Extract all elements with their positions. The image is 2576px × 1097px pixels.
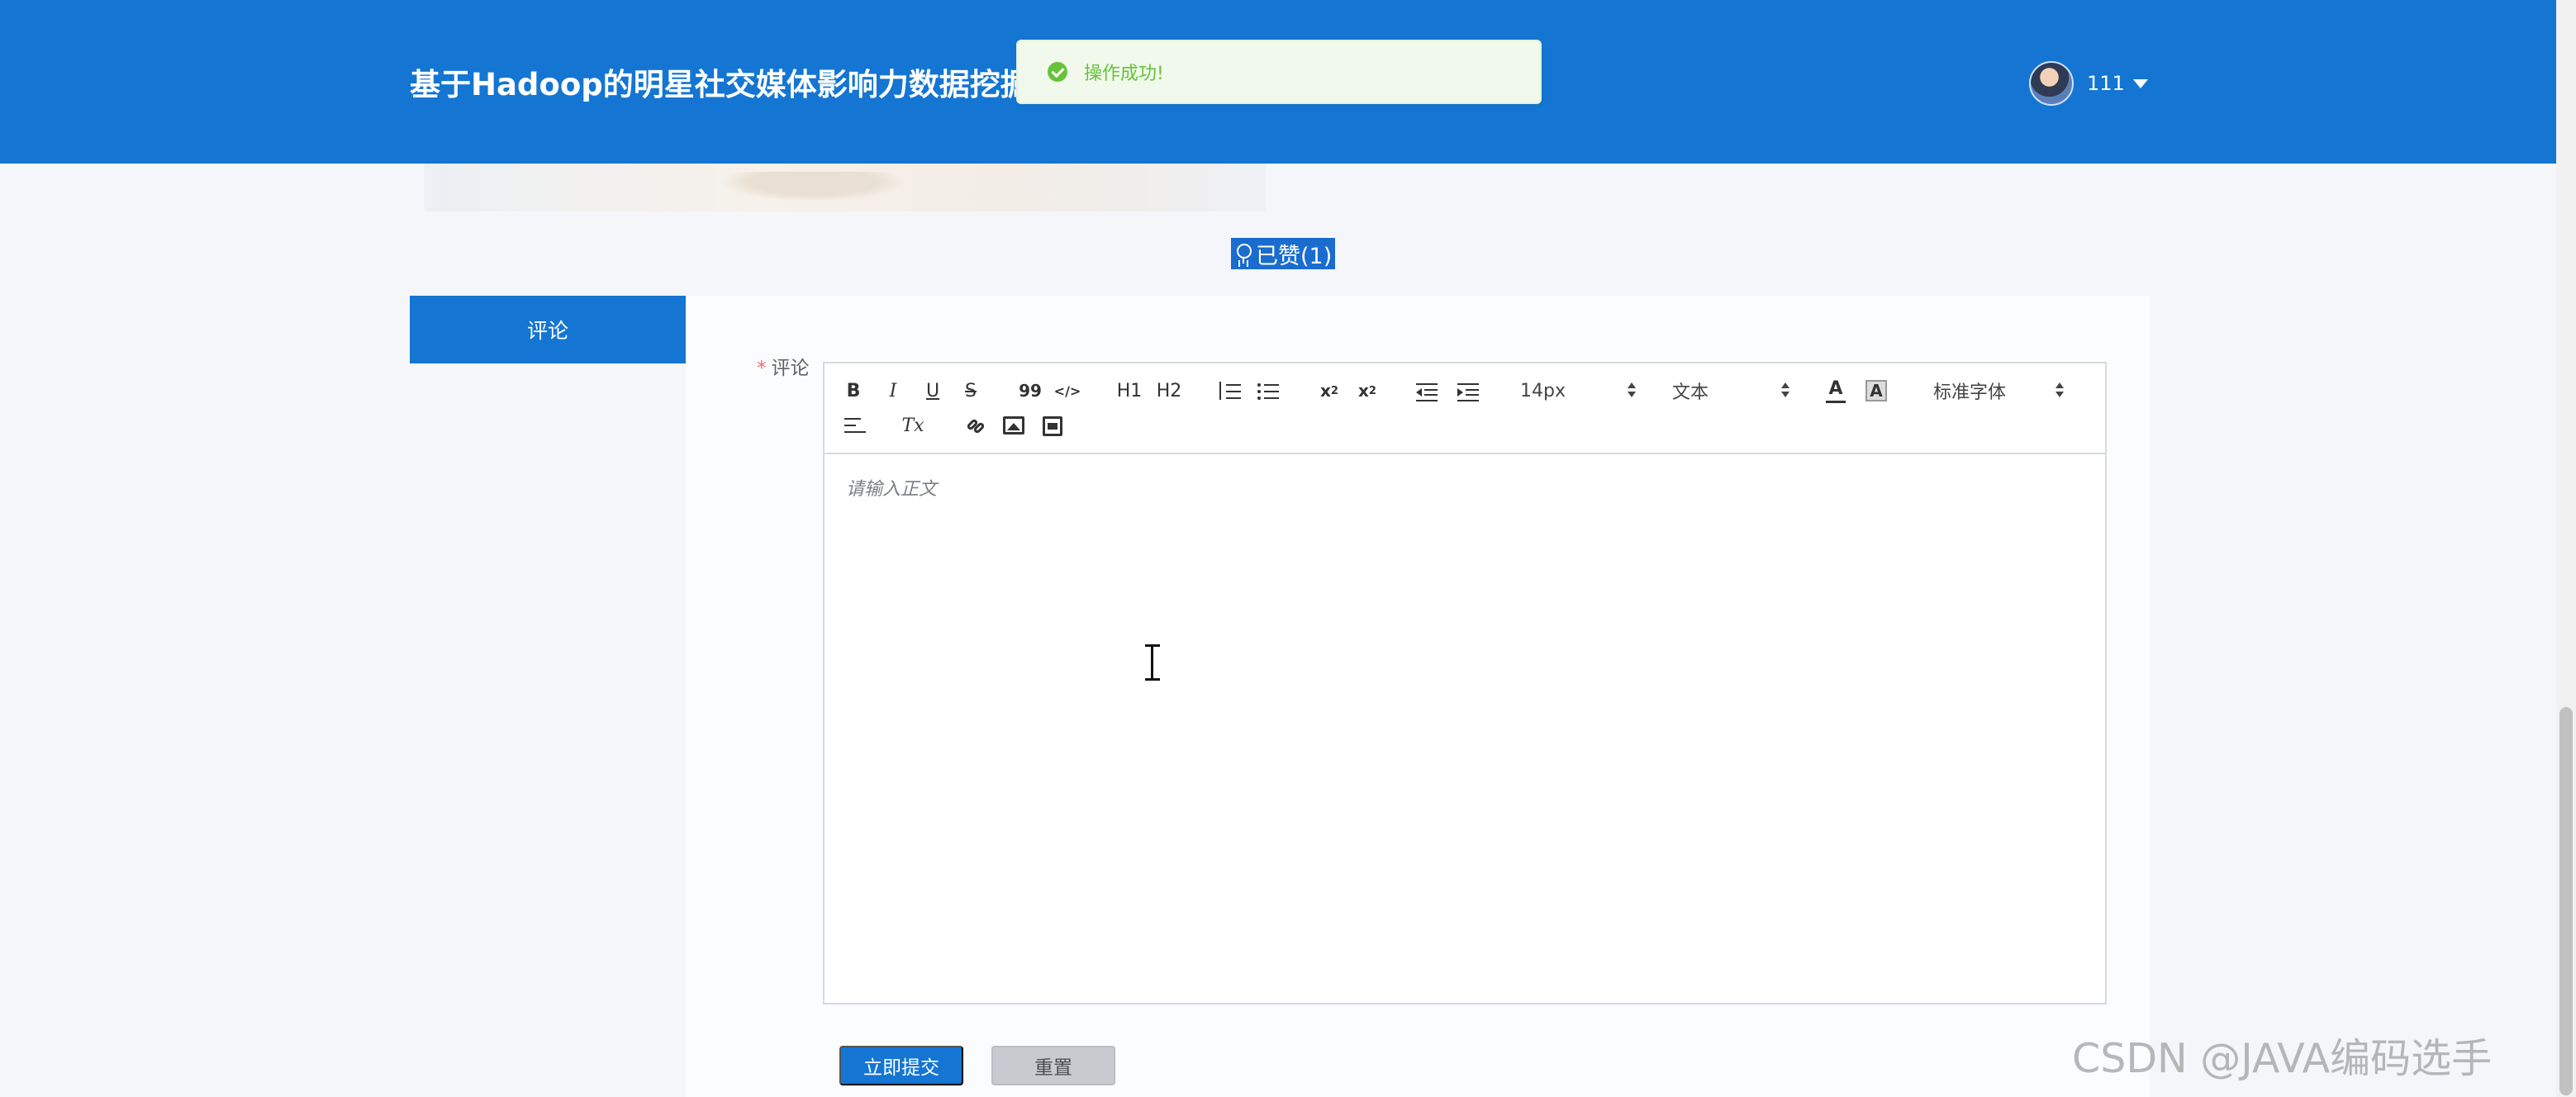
watermark: CSDN @JAVA编码选手 [2072, 1035, 2493, 1082]
toast-message: 操作成功! [1084, 64, 1164, 84]
post-image [425, 164, 1266, 211]
reset-button[interactable]: 重置 [991, 1046, 1115, 1085]
bold-button[interactable]: B [844, 378, 863, 403]
editor-toolbar: B I U S 99 </> H1 H2 x2 x2 14px 文本 A A 标… [825, 363, 2105, 454]
caret-down-icon[interactable] [2132, 78, 2148, 88]
subscript-mark: 2 [1330, 384, 1338, 397]
scrollbar-thumb[interactable] [2559, 707, 2573, 1095]
like-button[interactable]: 已赞(1) [1231, 238, 1336, 269]
text-cursor-icon [1143, 644, 1162, 681]
font-family-picker[interactable]: 标准字体 [1933, 378, 2065, 403]
bullet-list-icon[interactable] [1257, 382, 1279, 401]
header-1-button[interactable]: H1 [1115, 378, 1143, 403]
indent-icon[interactable] [1457, 383, 1479, 401]
like-icon [1234, 243, 1252, 264]
username[interactable]: 111 [2087, 72, 2125, 95]
header-type-value: 文本 [1672, 382, 1709, 403]
comment-field-label: * 评论 [757, 352, 810, 380]
clear-format-button[interactable]: Tx [901, 413, 925, 438]
video-icon[interactable] [1043, 416, 1062, 436]
text-color-icon[interactable]: A [1826, 378, 1846, 405]
tab-comment[interactable]: 评论 [410, 296, 686, 363]
page-scrollbar[interactable] [2556, 0, 2576, 1097]
superscript-mark: 2 [1368, 384, 1376, 397]
rich-text-editor[interactable]: B I U S 99 </> H1 H2 x2 x2 14px 文本 A A 标… [823, 362, 2107, 1004]
blockquote-button[interactable]: 99 [1019, 378, 1042, 403]
header-2-button[interactable]: H2 [1155, 378, 1183, 403]
outdent-icon[interactable] [1416, 383, 1438, 401]
header-type-picker[interactable]: 文本 [1672, 378, 1796, 403]
image-icon[interactable] [1003, 416, 1024, 435]
required-mark: * [757, 358, 767, 379]
picker-arrows-icon [1781, 382, 1789, 399]
code-block-button[interactable]: </> [1054, 378, 1081, 403]
align-left-icon[interactable] [844, 416, 866, 435]
picker-arrows-icon [2056, 382, 2064, 399]
font-size-picker[interactable]: 14px [1520, 378, 1641, 403]
site-title: 基于Hadoop的明星社交媒体影响力数据挖掘 [410, 67, 1031, 102]
underline-button[interactable]: U [924, 378, 942, 403]
avatar[interactable] [2029, 61, 2074, 106]
check-circle-icon [1048, 62, 1067, 82]
editor-placeholder: 请输入正文 [846, 479, 938, 500]
user-menu[interactable]: 111 [2029, 61, 2148, 106]
ordered-list-icon[interactable] [1219, 382, 1241, 401]
like-label: 已赞(1) [1256, 243, 1333, 269]
font-size-value: 14px [1520, 380, 1566, 401]
font-family-value: 标准字体 [1933, 382, 2007, 403]
strike-button[interactable]: S [962, 378, 980, 403]
comment-label-text: 评论 [771, 358, 810, 379]
success-toast: 操作成功! [1016, 40, 1542, 104]
submit-button[interactable]: 立即提交 [839, 1046, 963, 1085]
editor-content-area[interactable]: 请输入正文 [825, 456, 2105, 1003]
picker-arrows-icon [1628, 382, 1636, 399]
italic-button[interactable]: I [884, 378, 902, 403]
background-color-icon[interactable]: A [1865, 380, 1887, 401]
subscript-button[interactable]: x2 [1317, 378, 1342, 403]
superscript-button[interactable]: x2 [1355, 378, 1380, 403]
link-icon[interactable] [965, 415, 986, 436]
